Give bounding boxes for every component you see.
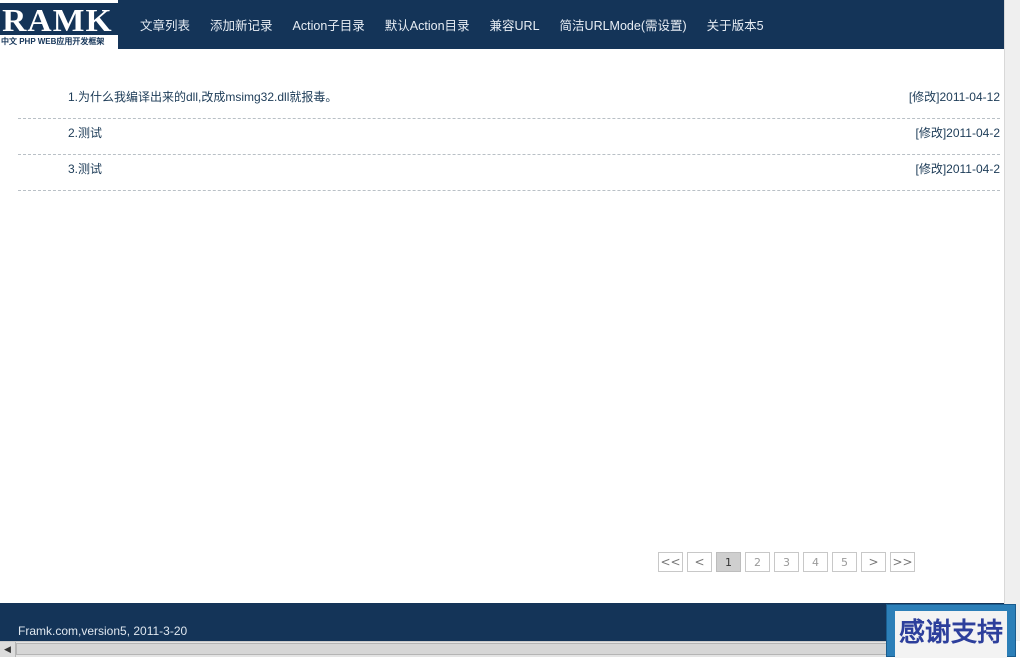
page-button-1[interactable]: 1: [716, 552, 741, 572]
article-meta: [修改]2011-04-12: [909, 88, 1000, 105]
header: RAMK 中文 PHP WEB应用开发框架 文章列表 添加新记录 Action子…: [0, 0, 1004, 49]
next-page-button[interactable]: >: [861, 552, 886, 572]
footer-copyright: Framk.com,version5, 2011-3-20: [18, 624, 188, 638]
last-page-button[interactable]: >>: [890, 552, 915, 572]
nav-default-action-dir[interactable]: 默认Action目录: [385, 15, 470, 34]
pagination: << < 1 2 3 4 5 > >>: [658, 552, 919, 572]
article-list: 1.为什么我编译出来的dll,改成msimg32.dll就报毒。 [修改]201…: [18, 84, 1000, 192]
page-button-5[interactable]: 5: [832, 552, 857, 572]
article-title-link[interactable]: 2.测试: [68, 124, 102, 141]
horizontal-scrollbar[interactable]: ◀: [0, 641, 1004, 657]
article-date: 2011-04-2: [946, 162, 1000, 176]
logo-subtitle: 中文 PHP WEB应用开发框架: [1, 37, 105, 46]
nav-about-version[interactable]: 关于版本5: [707, 15, 764, 34]
list-item: 2.测试 [修改]2011-04-2: [18, 120, 1000, 155]
article-meta: [修改]2011-04-2: [916, 124, 1001, 141]
logo-mark: RAMK: [0, 3, 118, 37]
nav-add-record[interactable]: 添加新记录: [210, 15, 273, 34]
edit-link[interactable]: [修改]: [916, 162, 947, 176]
nav-compatible-url[interactable]: 兼容URL: [490, 15, 540, 34]
site-logo[interactable]: RAMK 中文 PHP WEB应用开发框架: [0, 0, 118, 49]
page-button-4[interactable]: 4: [803, 552, 828, 572]
page-button-3[interactable]: 3: [774, 552, 799, 572]
article-meta: [修改]2011-04-2: [916, 160, 1001, 177]
list-item: 3.测试 [修改]2011-04-2: [18, 156, 1000, 191]
scroll-left-arrow-icon[interactable]: ◀: [0, 642, 16, 657]
thanks-badge[interactable]: 感谢支持: [886, 604, 1016, 658]
scrollbar-thumb[interactable]: [16, 643, 896, 655]
prev-page-button[interactable]: <: [687, 552, 712, 572]
nav-clean-url-mode[interactable]: 简洁URLMode(需设置): [560, 15, 687, 34]
edit-link[interactable]: [修改]: [909, 90, 940, 104]
vertical-scrollbar[interactable]: [1004, 0, 1020, 641]
article-date: 2011-04-2: [946, 126, 1000, 140]
nav-action-subdir[interactable]: Action子目录: [293, 15, 365, 34]
article-title-link[interactable]: 3.测试: [68, 160, 102, 177]
thanks-badge-label[interactable]: 感谢支持: [895, 611, 1007, 658]
article-date: 2011-04-12: [939, 90, 1001, 104]
article-title-link[interactable]: 1.为什么我编译出来的dll,改成msimg32.dll就报毒。: [68, 88, 337, 105]
nav-article-list[interactable]: 文章列表: [140, 15, 190, 34]
first-page-button[interactable]: <<: [658, 552, 683, 572]
edit-link[interactable]: [修改]: [916, 126, 947, 140]
main-nav: 文章列表 添加新记录 Action子目录 默认Action目录 兼容URL 简洁…: [140, 0, 784, 49]
page-button-2[interactable]: 2: [745, 552, 770, 572]
list-item: 1.为什么我编译出来的dll,改成msimg32.dll就报毒。 [修改]201…: [18, 84, 1000, 119]
